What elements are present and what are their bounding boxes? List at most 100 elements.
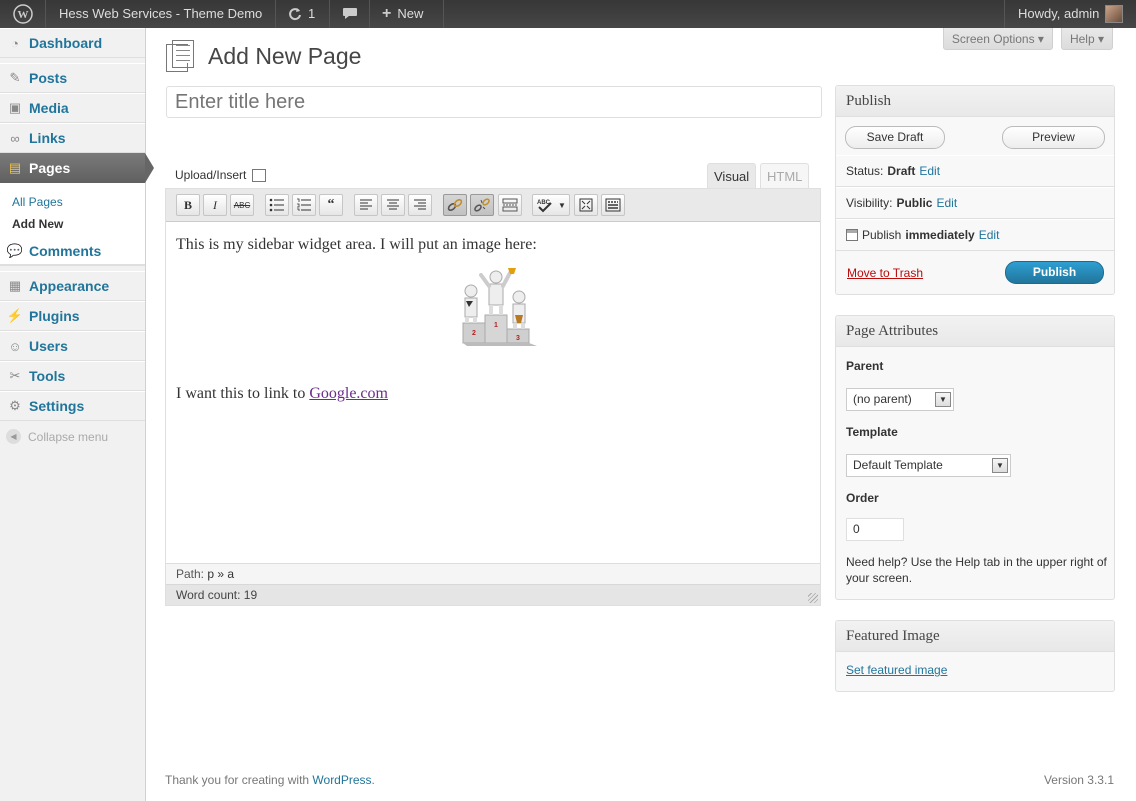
footer-thanks: Thank you for creating with WordPress. <box>165 773 375 787</box>
sidebar-item-dashboard[interactable]: ◔ Dashboard <box>0 28 145 58</box>
wordpress-link[interactable]: WordPress <box>312 773 371 787</box>
podium-label-2: 2 <box>472 330 476 337</box>
move-to-trash-link[interactable]: Move to Trash <box>847 266 923 280</box>
publish-box-title[interactable]: Publish <box>836 86 1114 117</box>
align-left-button[interactable] <box>354 194 378 216</box>
admin-bar: W Hess Web Services - Theme Demo 1 + New… <box>0 0 1136 28</box>
pushpin-icon: ✎ <box>9 70 21 85</box>
sidebar-item-label: Users <box>29 338 68 354</box>
preview-button[interactable]: Preview <box>1002 126 1105 149</box>
align-center-button[interactable] <box>381 194 405 216</box>
sidebar-item-plugins[interactable]: ⚡ Plugins <box>0 301 145 331</box>
sidebar-item-settings[interactable]: ⚙ Settings <box>0 391 145 421</box>
template-label: Template <box>846 425 898 439</box>
align-right-button[interactable] <box>408 194 432 216</box>
page-attributes-title[interactable]: Page Attributes <box>836 316 1114 347</box>
path-label: Path: <box>176 567 205 581</box>
bullet-list-button[interactable] <box>265 194 289 216</box>
sidebar-item-label: Plugins <box>29 308 80 324</box>
sidebar-item-tools[interactable]: ✂ Tools <box>0 361 145 391</box>
chain-link-icon: ∞ <box>10 130 20 146</box>
order-input[interactable]: 0 <box>846 518 904 541</box>
appearance-icon: ▦ <box>8 278 22 293</box>
set-featured-image-link[interactable]: Set featured image <box>846 663 947 677</box>
blockquote-button[interactable]: “ <box>319 194 343 216</box>
numbered-list-button[interactable] <box>292 194 316 216</box>
visibility-value: Public <box>896 196 933 210</box>
edit-status-link[interactable]: Edit <box>919 156 940 186</box>
dashboard-icon: ◔ <box>11 35 19 51</box>
spellcheck-button[interactable]: ABC ▼ <box>532 194 570 216</box>
resize-handle[interactable] <box>808 593 818 603</box>
tab-visual[interactable]: Visual <box>707 163 757 189</box>
screen-options-button[interactable]: Screen Options ▾ <box>942 28 1053 50</box>
my-account-link[interactable]: Howdy, admin <box>1004 0 1136 28</box>
collapse-arrow-icon: ◀ <box>6 429 21 444</box>
page-title: Add New Page <box>208 42 362 69</box>
screen-meta-links: Screen Options ▾ Help ▾ <box>942 28 1113 50</box>
sidebar-item-label: Settings <box>29 398 85 414</box>
sidebar-item-comments[interactable]: 💬 Comments <box>0 236 145 266</box>
footer-version: Version 3.3.1 <box>1043 773 1114 787</box>
comments-link[interactable] <box>330 0 370 28</box>
chevron-down-icon: ▼ <box>992 458 1008 473</box>
status-value: Draft <box>887 164 916 178</box>
calendar-icon <box>846 229 858 241</box>
editor-content-area[interactable]: This is my sidebar widget area. I will p… <box>166 222 820 562</box>
bold-button[interactable]: B <box>176 194 200 216</box>
new-label: New <box>397 6 424 21</box>
post-title-input[interactable] <box>166 86 822 118</box>
publish-button[interactable]: Publish <box>1005 261 1104 284</box>
edit-visibility-link[interactable]: Edit <box>936 188 957 218</box>
path-value[interactable]: p » a <box>207 567 234 581</box>
italic-button[interactable]: I <box>203 194 227 216</box>
svg-text:W: W <box>17 9 28 21</box>
fullscreen-icon <box>579 198 593 212</box>
sidebar-item-posts[interactable]: ✎ Posts <box>0 63 145 93</box>
unlink-button[interactable] <box>470 194 494 216</box>
template-select[interactable]: Default Template ▼ <box>846 454 1011 477</box>
sidebar-item-label: Links <box>29 130 66 146</box>
kitchen-sink-button[interactable] <box>601 194 625 216</box>
sidebar-item-label: Media <box>29 100 69 116</box>
media-icon: ▣ <box>8 100 22 115</box>
tools-icon: ✂ <box>9 368 21 383</box>
submenu-all-pages[interactable]: All Pages <box>0 191 145 213</box>
wordpress-logo-icon[interactable]: W <box>0 0 46 28</box>
sidebar-item-pages[interactable]: ▤ Pages <box>0 153 154 183</box>
edit-schedule-link[interactable]: Edit <box>979 220 1000 250</box>
visibility-row: Visibility: Public Edit <box>836 187 1114 219</box>
sidebar-item-users[interactable]: ☺ Users <box>0 331 145 361</box>
kitchen-sink-icon <box>605 198 621 212</box>
more-tag-icon <box>502 198 518 212</box>
featured-image-title[interactable]: Featured Image <box>836 621 1114 652</box>
insert-link-button[interactable] <box>443 194 467 216</box>
submenu-add-new[interactable]: Add New <box>0 213 145 235</box>
collapse-menu-button[interactable]: ◀ Collapse menu <box>6 429 108 444</box>
winners-podium-image[interactable]: 1 2 3 <box>451 267 541 347</box>
sidebar-item-label: Pages <box>29 160 71 176</box>
insert-more-button[interactable] <box>498 194 522 216</box>
updates-count: 1 <box>308 6 316 21</box>
tab-html[interactable]: HTML <box>760 163 810 189</box>
settings-icon: ⚙ <box>9 398 21 413</box>
updates-link[interactable]: 1 <box>276 0 330 28</box>
sidebar-item-appearance[interactable]: ▦ Appearance <box>0 271 145 301</box>
chevron-down-icon: ▼ <box>558 200 566 210</box>
help-text: Need help? Use the Help tab in the upper… <box>846 555 1107 585</box>
refresh-icon <box>289 8 301 21</box>
save-draft-button[interactable]: Save Draft <box>845 126 945 149</box>
sidebar-item-links[interactable]: ∞ Links <box>0 123 145 153</box>
parent-select[interactable]: (no parent) ▼ <box>846 388 954 411</box>
align-right-icon <box>414 199 426 210</box>
bullet-list-icon <box>269 198 284 212</box>
sidebar-item-media[interactable]: ▣ Media <box>0 93 145 123</box>
site-name-link[interactable]: Hess Web Services - Theme Demo <box>46 0 276 28</box>
fullscreen-button[interactable] <box>574 194 598 216</box>
add-media-icon[interactable] <box>252 168 267 182</box>
google-link[interactable]: Google.com <box>309 385 388 402</box>
new-content-link[interactable]: + New <box>370 0 444 28</box>
parent-label: Parent <box>846 359 884 373</box>
help-button[interactable]: Help ▾ <box>1060 28 1113 50</box>
strikethrough-button[interactable]: ABC <box>230 194 254 216</box>
